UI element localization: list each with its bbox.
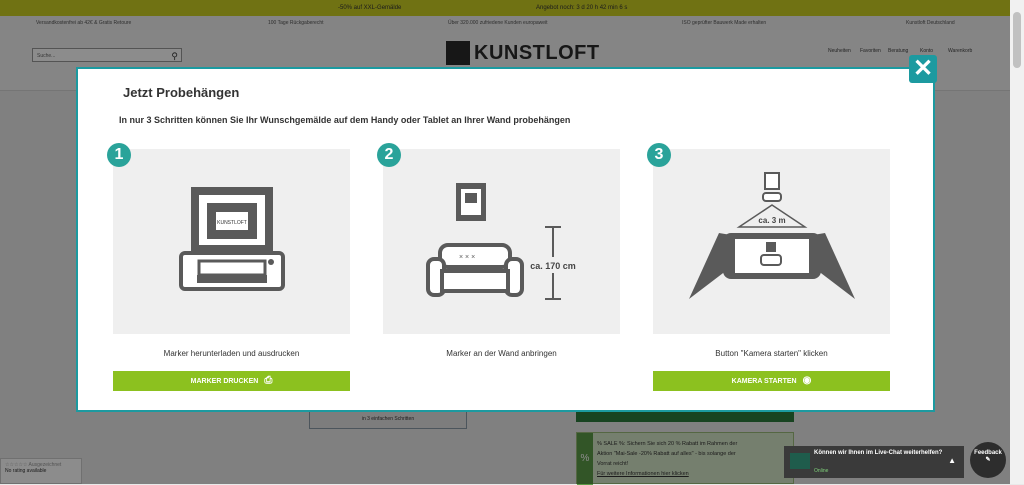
step-number: 3: [647, 143, 671, 167]
feedback-button[interactable]: Feedback ✎: [970, 442, 1006, 478]
start-camera-button[interactable]: KAMERA STARTEN ◉: [653, 371, 890, 391]
step-caption: Marker herunterladen und ausdrucken: [163, 349, 300, 358]
record-icon: ◉: [802, 375, 812, 386]
scrollbar[interactable]: [1010, 0, 1024, 484]
step-caption: Marker an der Wand anbringen: [446, 349, 557, 358]
marker-label: KUNSTLOFT: [217, 220, 247, 226]
printer-icon: ⎙: [264, 375, 273, 386]
close-icon[interactable]: ✕: [909, 55, 937, 83]
try-on-modal: Jetzt Probehängen In nur 3 Schritten kön…: [76, 67, 935, 412]
chat-title: Können wir Ihnen im Live-Chat weiterhelf…: [814, 450, 943, 456]
chevron-up-icon[interactable]: ▲: [948, 456, 956, 465]
phone-illustration: ca. 3 m: [689, 172, 855, 299]
printer-illustration: KUNSTLOFT: [179, 187, 285, 291]
step-caption: Button "Kamera starten" klicken: [715, 349, 828, 358]
modal-title: Jetzt Probehängen: [123, 85, 240, 100]
step-number: 1: [107, 143, 131, 167]
height-label: ca. 170 cm: [530, 261, 576, 271]
button-label: MARKER DRUCKEN: [190, 377, 259, 385]
distance-label: ca. 3 m: [758, 216, 785, 225]
button-label: KAMERA STARTEN: [731, 377, 797, 385]
svg-text:× × ×: × × ×: [459, 254, 475, 261]
modal-subtitle: In nur 3 Schritten können Sie Ihr Wunsch…: [119, 115, 571, 125]
step-number: 2: [377, 143, 401, 167]
live-chat-widget[interactable]: Können wir Ihnen im Live-Chat weiterhelf…: [784, 446, 964, 478]
chat-status: Online: [814, 468, 829, 474]
feedback-icon: ✎: [985, 457, 991, 463]
chat-logo-icon: [790, 453, 810, 469]
sofa-illustration: × × × ca. 170 cm: [426, 183, 581, 300]
print-marker-button[interactable]: MARKER DRUCKEN ⎙: [113, 371, 350, 391]
scrollbar-thumb[interactable]: [1013, 12, 1021, 68]
feedback-label: Feedback: [974, 450, 1002, 456]
